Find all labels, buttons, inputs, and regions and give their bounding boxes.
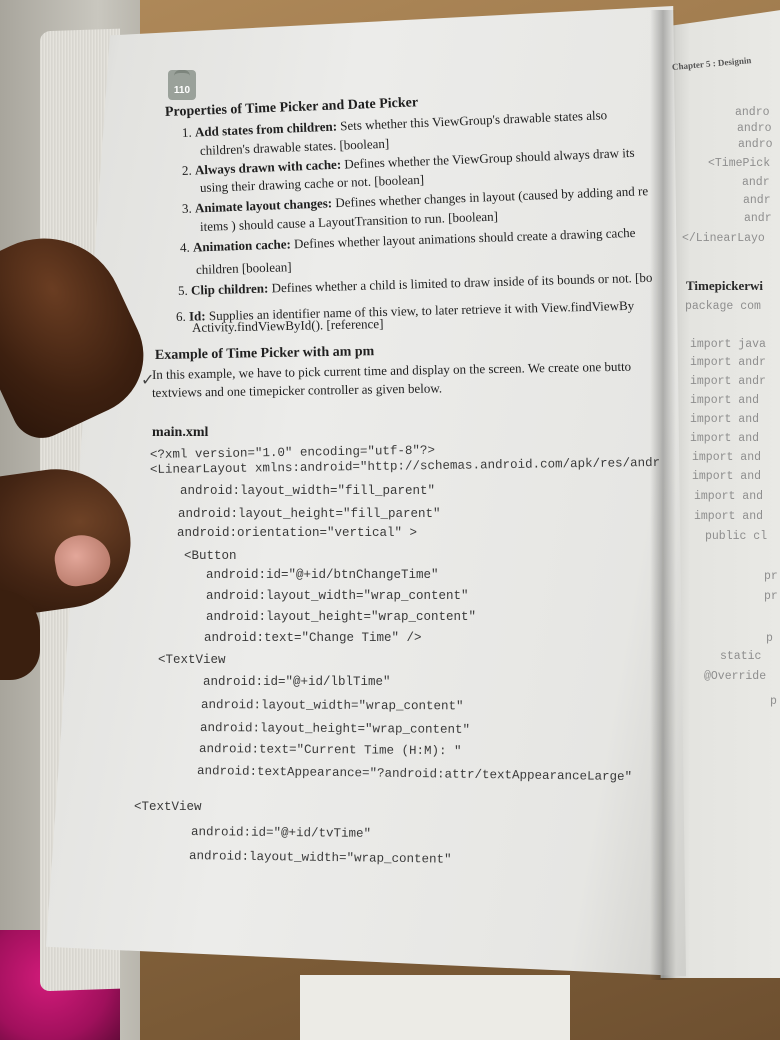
code-line: android:layout_width="fill_parent" bbox=[180, 484, 436, 498]
code-line: android:layout_width="wrap_content" bbox=[200, 698, 464, 714]
book-gutter bbox=[650, 10, 676, 980]
code-line: import and bbox=[692, 451, 762, 464]
code-line: public cl bbox=[705, 530, 768, 543]
code-line: andro bbox=[737, 122, 772, 135]
code-line: <TextView bbox=[158, 653, 226, 667]
code-line: import andr bbox=[690, 375, 766, 388]
code-line: p bbox=[770, 695, 777, 708]
code-line: pr bbox=[764, 570, 778, 583]
code-line: static bbox=[720, 650, 762, 663]
code-line: android:layout_height="fill_parent" bbox=[178, 507, 441, 521]
android-robot-icon bbox=[174, 70, 190, 83]
code-line: import and bbox=[690, 394, 760, 407]
code-line: android:id="@+id/tvTime" bbox=[190, 825, 372, 841]
code-line: android:id="@+id/btnChangeTime" bbox=[206, 568, 439, 582]
code-line: import java bbox=[690, 338, 766, 351]
code-line: <Button bbox=[184, 549, 237, 563]
code-line: package com bbox=[685, 300, 761, 313]
code-line: android:id="@+id/lblTime" bbox=[203, 675, 391, 689]
paper-sheet bbox=[300, 975, 570, 1040]
code-line: import and bbox=[690, 413, 760, 426]
code-line: android:text="Current Time (H:M): " bbox=[198, 742, 462, 759]
code-line: android:orientation="vertical" > bbox=[177, 526, 418, 540]
code-line: @Override bbox=[704, 670, 767, 683]
code-line: andro bbox=[735, 106, 770, 119]
code-line: android:layout_height="wrap_content" bbox=[199, 721, 471, 737]
page-number: 110 bbox=[173, 85, 191, 96]
code-line: andr bbox=[742, 176, 770, 189]
photo-scene: 110 Properties of Time Picker and Date P… bbox=[0, 0, 780, 1040]
code-line: import and bbox=[694, 490, 764, 503]
code-line: andr bbox=[744, 212, 772, 225]
code-line: andro bbox=[738, 138, 773, 151]
code-line: </LinearLayo bbox=[682, 232, 765, 245]
code-line: import and bbox=[692, 470, 762, 483]
code-line: android:layout_height="wrap_content" bbox=[206, 610, 477, 624]
code-line: import andr bbox=[690, 356, 766, 369]
code-line: import and bbox=[690, 432, 760, 445]
code-line: import and bbox=[694, 510, 764, 523]
code-line: <TextView bbox=[134, 800, 202, 814]
code-line: android:layout_width="wrap_content" bbox=[206, 589, 469, 603]
code-line: android:text="Change Time" /> bbox=[204, 631, 422, 645]
right-heading: Timepickerwi bbox=[686, 278, 764, 293]
file-name-heading: main.xml bbox=[152, 425, 209, 440]
page-number-badge: 110 bbox=[168, 70, 196, 100]
code-line: p bbox=[766, 632, 773, 645]
list-item-continuation: children [boolean] bbox=[195, 259, 292, 277]
code-line: andr bbox=[743, 194, 771, 207]
code-line: pr bbox=[764, 590, 778, 603]
code-line: <TimePick bbox=[708, 157, 771, 170]
